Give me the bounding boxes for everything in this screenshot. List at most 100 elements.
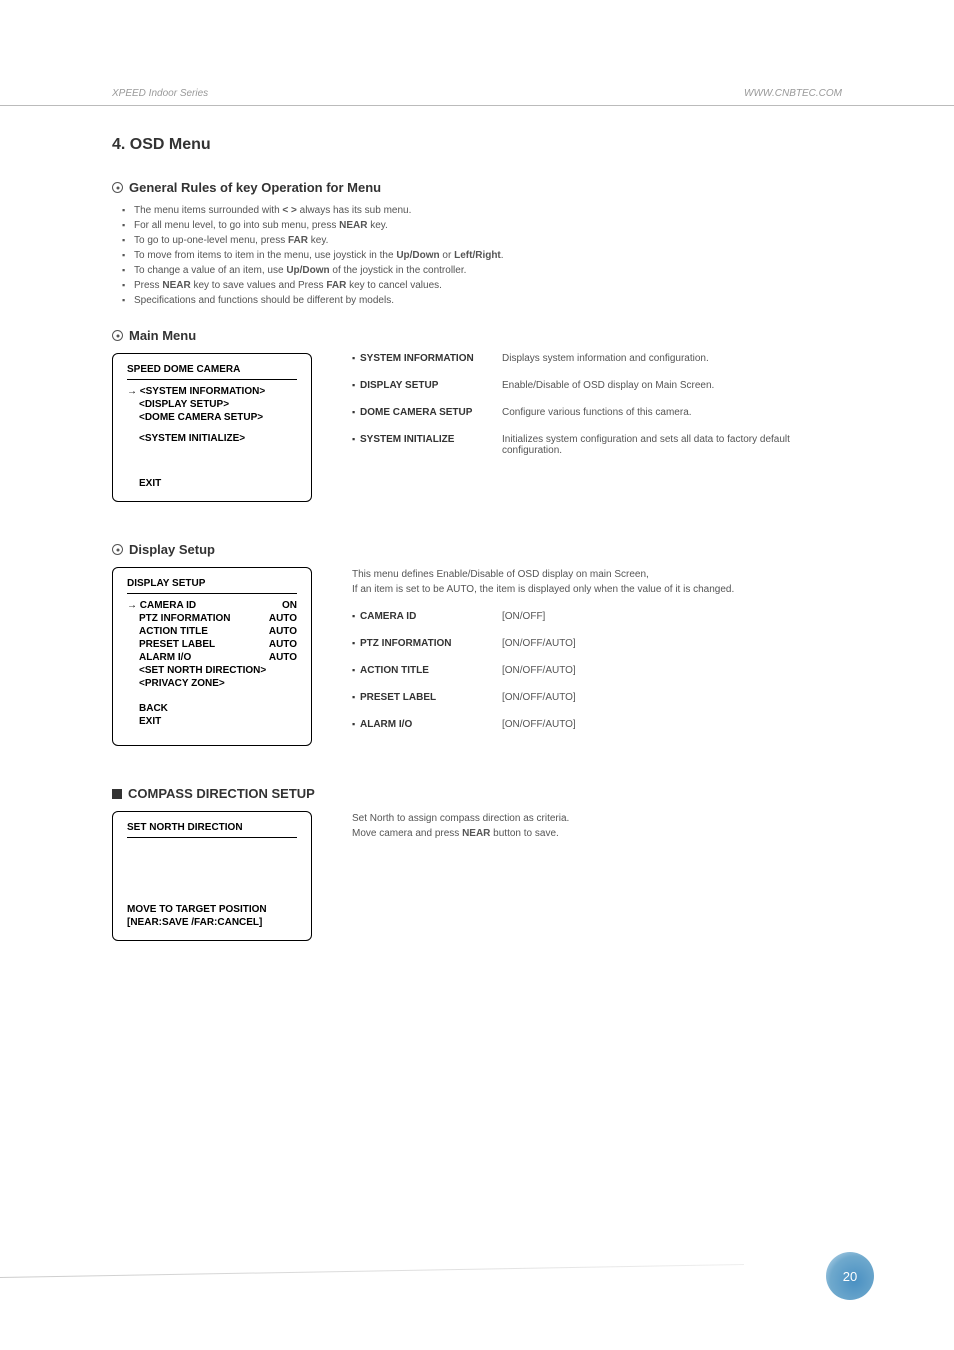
desc-label: ACTION TITLE: [352, 665, 502, 676]
display-intro-line2: If an item is set to be AUTO, the item i…: [352, 584, 734, 595]
desc-label: ALARM I/O: [352, 719, 502, 730]
main-menu-desc-table: SYSTEM INFORMATIONDisplays system inform…: [352, 353, 842, 502]
desc-value: [ON/OFF/AUTO]: [502, 692, 842, 703]
square-icon: [112, 789, 122, 799]
display-box-row: PRESET LABEL AUTO: [127, 639, 297, 650]
display-box-label: <SET NORTH DIRECTION>: [139, 665, 266, 676]
rule-item: Specifications and functions should be d…: [126, 295, 842, 306]
desc-value: Displays system information and configur…: [502, 353, 842, 364]
page-number-badge: 20: [826, 1252, 874, 1300]
display-setup-box: DISPLAY SETUP → CAMERA ID ON PTZ INFORMATI…: [112, 567, 312, 746]
desc-value: Configure various functions of this came…: [502, 407, 842, 418]
desc-value: Enable/Disable of OSD display on Main Sc…: [502, 380, 842, 391]
desc-row: ACTION TITLE[ON/OFF/AUTO]: [352, 665, 842, 676]
rule-item: The menu items surrounded with < > alway…: [126, 205, 842, 216]
header-left: XPEED Indoor Series: [112, 88, 208, 99]
compass-box-title: SET NORTH DIRECTION: [127, 822, 297, 838]
compass-heading: COMPASS DIRECTION SETUP: [112, 786, 842, 801]
compass-box-footer2: [NEAR:SAVE /FAR:CANCEL]: [127, 917, 267, 928]
display-box-row: ACTION TITLE AUTO: [127, 626, 297, 637]
display-setup-box-title: DISPLAY SETUP: [127, 578, 297, 594]
display-box-label: ALARM I/O: [139, 652, 191, 663]
display-box-label: ACTION TITLE: [139, 626, 208, 637]
compass-box-footer1: MOVE TO TARGET POSITION: [127, 904, 267, 915]
main-menu-layout: SPEED DOME CAMERA → <SYSTEM INFORMATION>…: [112, 353, 842, 502]
desc-row: DOME CAMERA SETUPConfigure various funct…: [352, 407, 842, 418]
footer-divider: [0, 1264, 744, 1278]
menu-line: <DOME CAMERA SETUP>: [127, 412, 297, 423]
rule-item: For all menu level, to go into sub menu,…: [126, 220, 842, 231]
main-menu-box-title: SPEED DOME CAMERA: [127, 364, 297, 380]
desc-row: ALARM I/O[ON/OFF/AUTO]: [352, 719, 842, 730]
display-box-label: → CAMERA ID: [127, 600, 196, 611]
display-setup-desc: This menu defines Enable/Disable of OSD …: [352, 567, 842, 746]
general-rules-heading: General Rules of key Operation for Menu: [112, 180, 842, 195]
display-box-row: PTZ INFORMATION AUTO: [127, 613, 297, 624]
menu-line: <SYSTEM INITIALIZE>: [127, 433, 297, 444]
display-box-exit: EXIT: [127, 716, 297, 727]
page-content: 4. OSD Menu General Rules of key Operati…: [0, 106, 954, 941]
compass-note-bold: NEAR: [462, 828, 490, 839]
rule-item: Press NEAR key to save values and Press …: [126, 280, 842, 291]
menu-line: EXIT: [127, 478, 297, 489]
section-title: 4. OSD Menu: [112, 136, 842, 154]
target-icon: [112, 182, 123, 193]
compass-note-line1: Set North to assign compass direction as…: [352, 813, 569, 824]
desc-row: DISPLAY SETUPEnable/Disable of OSD displ…: [352, 380, 842, 391]
display-box-value: AUTO: [269, 639, 297, 650]
menu-line: → <SYSTEM INFORMATION>: [127, 386, 297, 397]
display-box-value: ON: [282, 600, 297, 611]
main-menu-box: SPEED DOME CAMERA → <SYSTEM INFORMATION>…: [112, 353, 312, 502]
desc-label: PTZ INFORMATION: [352, 638, 502, 649]
display-box-value: AUTO: [269, 626, 297, 637]
main-menu-heading: Main Menu: [112, 328, 842, 343]
desc-row: SYSTEM INITIALIZEInitializes system conf…: [352, 434, 842, 456]
desc-label: PRESET LABEL: [352, 692, 502, 703]
rule-item: To go to up-one-level menu, press FAR ke…: [126, 235, 842, 246]
display-setup-heading: Display Setup: [112, 542, 842, 557]
display-box-row: → CAMERA ID ON: [127, 600, 297, 611]
header-right: WWW.CNBTEC.COM: [744, 88, 842, 99]
compass-layout: SET NORTH DIRECTION MOVE TO TARGET POSIT…: [112, 811, 842, 941]
desc-value: [ON/OFF/AUTO]: [502, 719, 842, 730]
page-header: XPEED Indoor Series WWW.CNBTEC.COM: [0, 0, 954, 106]
display-box-row: <PRIVACY ZONE>: [127, 678, 297, 689]
display-box-value: AUTO: [269, 652, 297, 663]
display-setup-layout: DISPLAY SETUP → CAMERA ID ON PTZ INFORMATI…: [112, 567, 842, 746]
display-box-value: AUTO: [269, 613, 297, 624]
desc-row: CAMERA ID[ON/OFF]: [352, 611, 842, 622]
desc-value: [ON/OFF]: [502, 611, 842, 622]
desc-value: [ON/OFF/AUTO]: [502, 638, 842, 649]
menu-line: <DISPLAY SETUP>: [127, 399, 297, 410]
compass-heading-text: COMPASS DIRECTION SETUP: [128, 786, 315, 801]
display-box-row: <SET NORTH DIRECTION>: [127, 665, 297, 676]
compass-note: Set North to assign compass direction as…: [352, 811, 569, 941]
desc-value: [ON/OFF/AUTO]: [502, 665, 842, 676]
rule-item: To change a value of an item, use Up/Dow…: [126, 265, 842, 276]
compass-box: SET NORTH DIRECTION MOVE TO TARGET POSIT…: [112, 811, 312, 941]
display-box-label: PTZ INFORMATION: [139, 613, 230, 624]
general-rules-list: The menu items surrounded with < > alway…: [112, 205, 842, 306]
desc-label: DOME CAMERA SETUP: [352, 407, 502, 418]
display-box-back: BACK: [127, 703, 297, 714]
rule-item: To move from items to item in the menu, …: [126, 250, 842, 261]
compass-note-line2b: button to save.: [490, 828, 558, 839]
desc-label: SYSTEM INITIALIZE: [352, 434, 502, 456]
display-setup-heading-text: Display Setup: [129, 542, 215, 557]
desc-label: CAMERA ID: [352, 611, 502, 622]
target-icon: [112, 330, 123, 341]
desc-row: PTZ INFORMATION[ON/OFF/AUTO]: [352, 638, 842, 649]
display-box-label: <PRIVACY ZONE>: [139, 678, 225, 689]
desc-row: SYSTEM INFORMATIONDisplays system inform…: [352, 353, 842, 364]
display-box-label: PRESET LABEL: [139, 639, 215, 650]
main-menu-heading-text: Main Menu: [129, 328, 196, 343]
display-intro-line1: This menu defines Enable/Disable of OSD …: [352, 569, 649, 580]
desc-label: DISPLAY SETUP: [352, 380, 502, 391]
display-box-row: ALARM I/O AUTO: [127, 652, 297, 663]
desc-label: SYSTEM INFORMATION: [352, 353, 502, 364]
desc-row: PRESET LABEL[ON/OFF/AUTO]: [352, 692, 842, 703]
display-setup-intro: This menu defines Enable/Disable of OSD …: [352, 567, 842, 597]
page-number: 20: [843, 1269, 857, 1284]
general-rules-heading-text: General Rules of key Operation for Menu: [129, 180, 381, 195]
target-icon: [112, 544, 123, 555]
